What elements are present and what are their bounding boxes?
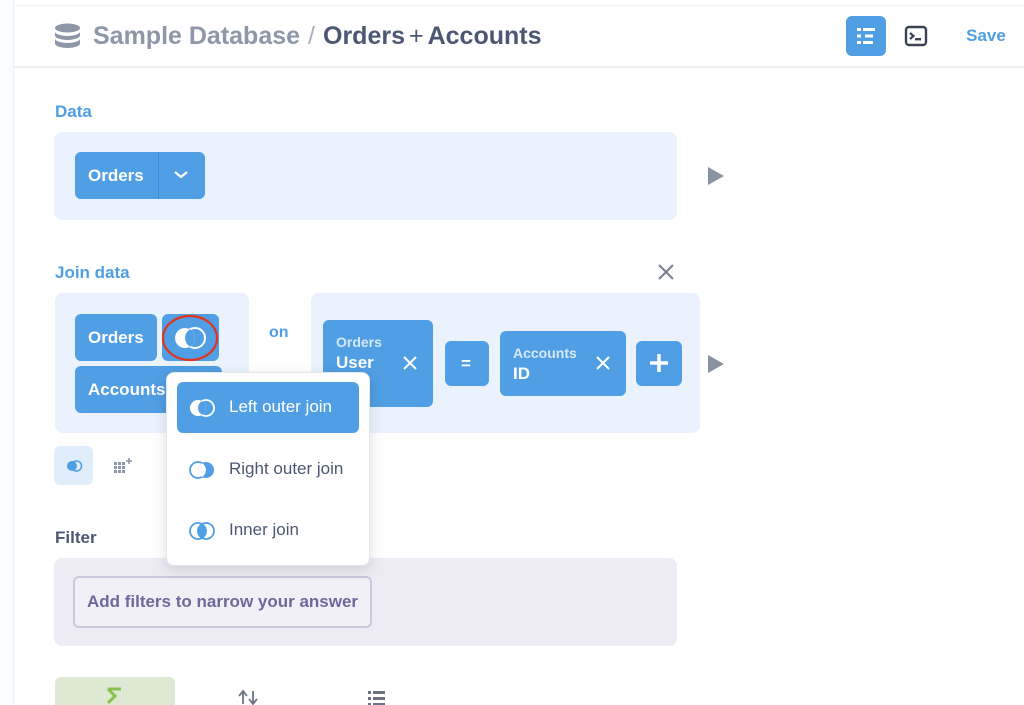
join-option-label: Inner join	[229, 520, 299, 539]
join-option-right-outer[interactable]: Right outer join	[177, 444, 359, 495]
question-title-table: Orders	[323, 22, 405, 50]
sum-icon	[106, 687, 121, 705]
summarize-button[interactable]	[55, 677, 175, 705]
notebook-editor-button[interactable]	[846, 16, 886, 56]
join-on-label: on	[269, 324, 289, 341]
join-option-left-outer[interactable]: Left outer join	[177, 382, 359, 433]
plus-icon	[650, 354, 668, 372]
sort-icon[interactable]	[237, 688, 263, 705]
remove-field-close-icon[interactable]	[402, 355, 418, 371]
data-section-label: Data	[55, 102, 92, 121]
join-right-field-button[interactable]: Accounts ID	[500, 331, 626, 396]
sql-editor-button[interactable]	[896, 16, 936, 56]
annotation-circle	[161, 314, 219, 362]
join-left-field-name: User	[336, 353, 374, 372]
remove-field-close-icon[interactable]	[595, 355, 611, 371]
join-right-field-name: ID	[513, 364, 530, 383]
save-button[interactable]: Save	[956, 24, 1016, 48]
add-column-grid-icon[interactable]	[112, 457, 134, 475]
chevron-down-icon[interactable]	[173, 169, 189, 181]
sidebar-edge	[0, 0, 14, 705]
question-title-plus: +	[408, 22, 424, 50]
add-join-button[interactable]	[54, 446, 93, 485]
join-option-label: Right outer join	[229, 459, 344, 478]
right-join-icon	[189, 461, 214, 479]
add-condition-button[interactable]	[636, 341, 682, 386]
join-type-menu: Left outer join Right outer join Inner j…	[166, 372, 370, 566]
notebook-icon	[857, 28, 875, 44]
join-right-table-label: Accounts	[88, 380, 166, 399]
filter-section-label: Filter	[55, 528, 97, 547]
breadcrumb-database[interactable]: Sample Database	[93, 22, 300, 50]
data-source-table-button[interactable]: Orders	[75, 152, 205, 199]
join-left-table-label: Orders	[88, 328, 144, 347]
question-title-joined: Accounts	[427, 22, 542, 50]
left-join-icon	[190, 399, 215, 417]
inner-join-icon	[189, 522, 215, 540]
breadcrumb: Sample Database / Orders + Accounts	[93, 21, 542, 51]
add-filters-button[interactable]: Add filters to narrow your answer	[73, 576, 372, 628]
join-option-label: Left outer join	[229, 397, 333, 416]
data-source-table-label: Orders	[88, 166, 144, 185]
preview-data-arrow-icon[interactable]	[708, 167, 724, 185]
join-operator-button[interactable]: =	[445, 341, 489, 386]
join-left-table-button[interactable]: Orders	[75, 314, 157, 361]
join-operator-label: =	[461, 354, 471, 373]
join-section-label: Join data	[55, 263, 130, 282]
pill-divider	[158, 152, 159, 199]
list-icon[interactable]	[366, 689, 388, 705]
query-header: Sample Database / Orders + Accounts Save	[14, 6, 1024, 68]
join-left-field-table: Orders	[336, 334, 382, 350]
remove-join-close-icon[interactable]	[656, 262, 676, 282]
preview-join-arrow-icon[interactable]	[708, 355, 724, 373]
database-icon	[55, 23, 80, 48]
join-option-inner[interactable]: Inner join	[177, 505, 359, 556]
join-right-field-table: Accounts	[513, 345, 577, 361]
left-join-icon	[67, 460, 83, 472]
sql-console-icon	[904, 25, 928, 47]
breadcrumb-separator: /	[308, 22, 315, 50]
